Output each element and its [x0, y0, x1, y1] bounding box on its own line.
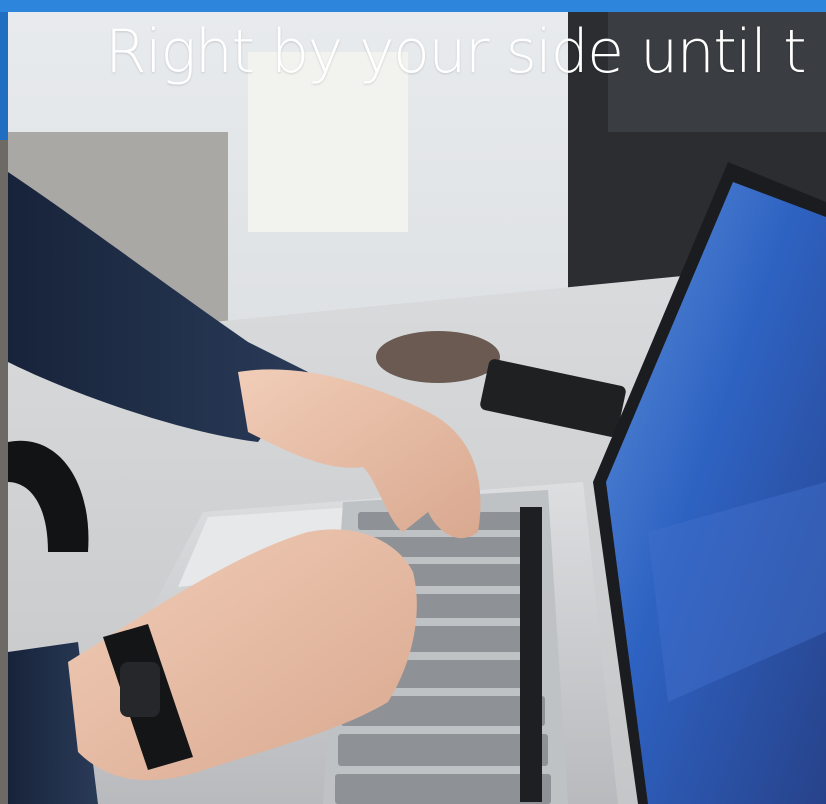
hero-photo	[8, 12, 826, 804]
laptop-typing-illustration	[8, 12, 826, 804]
banner-headline: Right by your side until t	[105, 17, 807, 87]
